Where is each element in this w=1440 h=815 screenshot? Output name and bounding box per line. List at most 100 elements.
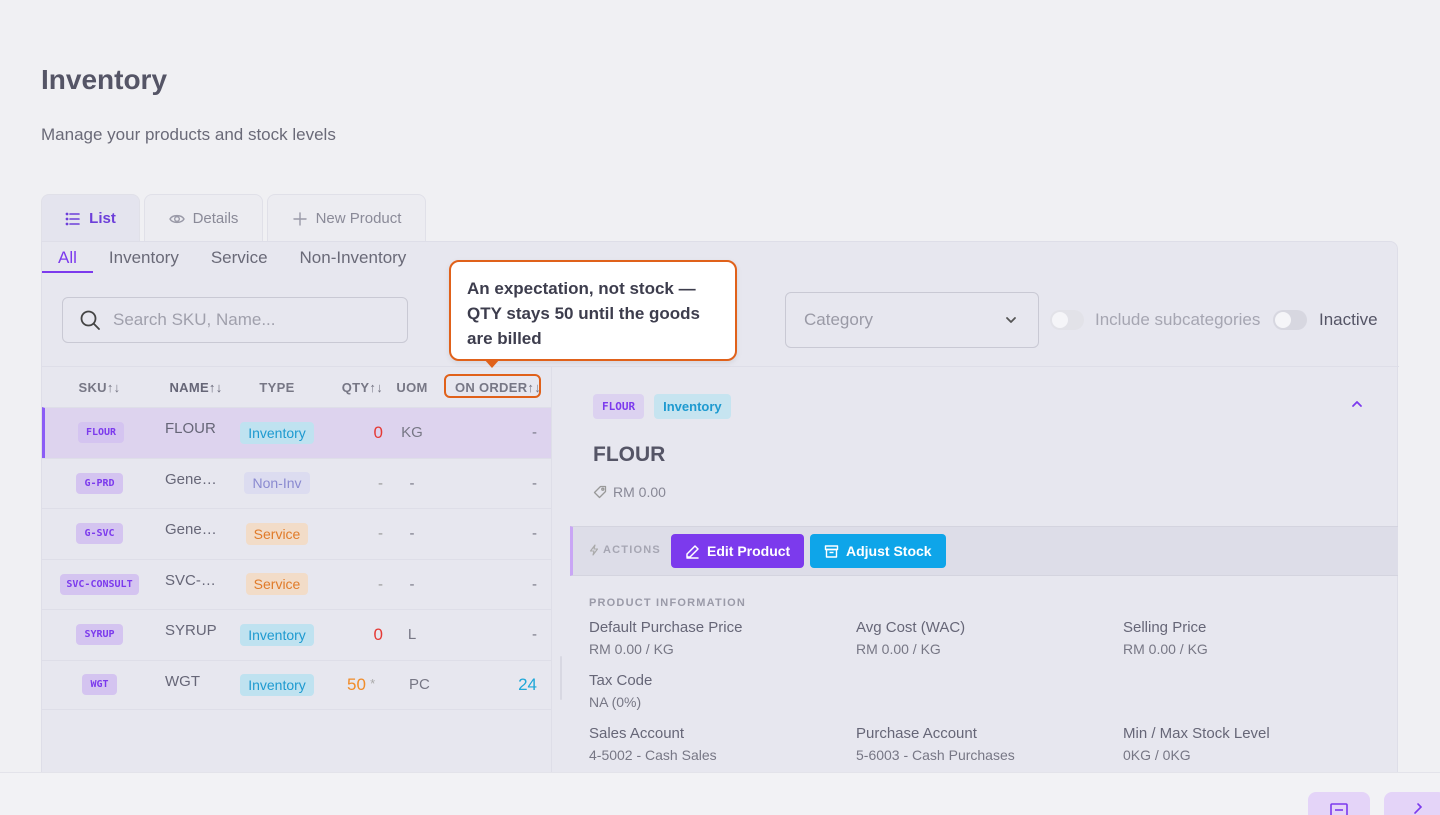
sku-badge: G-PRD: [76, 472, 123, 494]
actions-label: ACTIONS: [589, 544, 661, 556]
adjust-stock-button[interactable]: Adjust Stock: [810, 534, 946, 568]
resize-handle[interactable]: [560, 656, 562, 700]
col-qty[interactable]: QTY↑↓: [327, 380, 387, 395]
product-name: SYRUP: [165, 622, 217, 639]
qty-value: 0: [373, 624, 383, 644]
sku-badge: WGT: [82, 674, 117, 696]
product-name: WGT: [165, 672, 200, 690]
page-subtitle: Manage your products and stock levels: [41, 125, 336, 144]
on-order-value: -: [532, 424, 537, 442]
info-purchase-account: Purchase Account 5-6003 - Cash Purchases: [856, 725, 1015, 763]
on-order-value: -: [532, 575, 537, 593]
product-name: Gene…: [165, 470, 217, 488]
chevron-down-icon: [1006, 317, 1016, 323]
type-badge: Inventory: [240, 623, 314, 646]
uom-value: PC: [409, 676, 430, 694]
chevron-up-icon[interactable]: [1350, 397, 1364, 411]
inactive-label: Inactive: [1319, 310, 1378, 329]
search-input[interactable]: [113, 310, 393, 330]
table-row[interactable]: G-SVC Gene… Service - - -: [42, 508, 551, 559]
pencil-icon: [1414, 803, 1423, 814]
type-badge: Inventory: [240, 421, 314, 444]
table-row[interactable]: WGT WGT Inventory 50 * PC 24: [42, 659, 551, 710]
product-name: FLOUR: [165, 420, 216, 437]
edit-product-label: Edit Product: [707, 543, 791, 559]
col-sku[interactable]: SKU↑↓: [42, 380, 157, 395]
info-selling-price: Selling Price RM 0.00 / KG: [1123, 619, 1208, 657]
type-filter: All Inventory Service Non-Inventory: [42, 242, 422, 273]
pending-marker: *: [370, 675, 376, 691]
table-row[interactable]: FLOUR FLOUR Inventory 0 KG -: [42, 407, 551, 458]
export-icon: [1330, 803, 1348, 815]
view-tabs: List Details New Product: [41, 194, 426, 242]
info-sales-account: Sales Account 4-5002 - Cash Sales: [589, 725, 717, 763]
col-uom: UOM: [396, 379, 428, 395]
filter-all[interactable]: All: [42, 242, 93, 273]
table-row[interactable]: SVC-CONSULT SVC-… Service - - -: [42, 558, 551, 610]
table-row[interactable]: G-PRD Gene… Non-Inv - - -: [42, 457, 551, 509]
uom-value: -: [409, 525, 415, 543]
include-subcategories-toggle[interactable]: [1050, 310, 1084, 330]
tab-new-product[interactable]: New Product: [267, 194, 426, 242]
tab-new-product-label: New Product: [315, 210, 402, 227]
tab-details-label: Details: [192, 210, 239, 227]
sku-badge: SVC-CONSULT: [60, 573, 139, 595]
type-badge: Non-Inv: [244, 472, 310, 495]
uom-value: -: [409, 474, 415, 492]
on-order-value: -: [532, 474, 537, 492]
table-row[interactable]: SYRUP SYRUP Inventory 0 L -: [42, 609, 551, 660]
info-min-max-stock: Min / Max Stock Level 0KG / 0KG: [1123, 725, 1270, 763]
filter-non-inventory[interactable]: Non-Inventory: [284, 242, 423, 273]
info-value: 0KG / 0KG: [1123, 747, 1191, 763]
list-icon: [65, 212, 80, 225]
info-value: NA (0%): [589, 694, 642, 710]
category-select[interactable]: Category: [785, 292, 1039, 348]
info-label: Selling Price: [1123, 619, 1207, 636]
info-tax-code: Tax Code NA (0%): [589, 672, 652, 710]
actions-bar: ACTIONS Edit Product Adjust Stock: [570, 526, 1398, 576]
col-type: TYPE: [259, 379, 295, 395]
uom-value: KG: [401, 424, 423, 442]
info-value: RM 0.00 / KG: [856, 641, 941, 657]
info-avg-cost: Avg Cost (WAC) RM 0.00 / KG: [856, 619, 965, 657]
col-name[interactable]: NAME↑↓: [157, 380, 227, 395]
include-subcategories-label: Include subcategories: [1095, 310, 1261, 329]
product-information: PRODUCT INFORMATION Default Purchase Pri…: [589, 597, 1389, 763]
qty-value: 50: [347, 674, 366, 694]
info-label: Tax Code: [589, 672, 653, 689]
sku-badge: G-SVC: [76, 523, 123, 545]
table-detail-divider: [551, 367, 552, 782]
inactive-toggle[interactable]: [1273, 310, 1307, 330]
info-label: Default Purchase Price: [589, 619, 743, 636]
product-table: SKU↑↓ NAME↑↓ TYPE QTY↑↓ UOM ON ORDER↑↓ F…: [42, 367, 551, 710]
actions-label-text: ACTIONS: [603, 544, 661, 556]
category-placeholder: Category: [804, 310, 873, 329]
info-value: RM 0.00 / KG: [1123, 641, 1208, 657]
type-badge: Service: [245, 573, 309, 596]
qty-value: -: [378, 474, 383, 492]
tag-icon: [593, 485, 607, 499]
tab-details[interactable]: Details: [144, 194, 263, 242]
qty-value: -: [378, 525, 383, 543]
uom-value: -: [409, 575, 415, 593]
export-button[interactable]: [1308, 792, 1370, 815]
on-order-highlight: [444, 374, 541, 398]
edit-product-button[interactable]: Edit Product: [671, 534, 805, 568]
bottom-bar: [0, 772, 1440, 815]
tab-list[interactable]: List: [41, 194, 140, 242]
edit-fab-button[interactable]: [1384, 792, 1440, 815]
qty-value: -: [378, 575, 383, 593]
archive-icon: [824, 544, 839, 558]
plus-icon: [292, 211, 307, 226]
filter-service[interactable]: Service: [195, 242, 284, 273]
filter-inventory[interactable]: Inventory: [93, 242, 195, 273]
type-badge: Service: [245, 522, 309, 545]
info-value: 4-5002 - Cash Sales: [589, 747, 717, 763]
info-label: Purchase Account: [856, 725, 977, 742]
info-heading: PRODUCT INFORMATION: [589, 597, 747, 609]
info-value: RM 0.00 / KG: [589, 641, 674, 657]
info-value: 5-6003 - Cash Purchases: [856, 747, 1015, 763]
uom-value: L: [407, 626, 417, 644]
tab-list-label: List: [89, 210, 116, 227]
info-label: Min / Max Stock Level: [1123, 725, 1270, 742]
